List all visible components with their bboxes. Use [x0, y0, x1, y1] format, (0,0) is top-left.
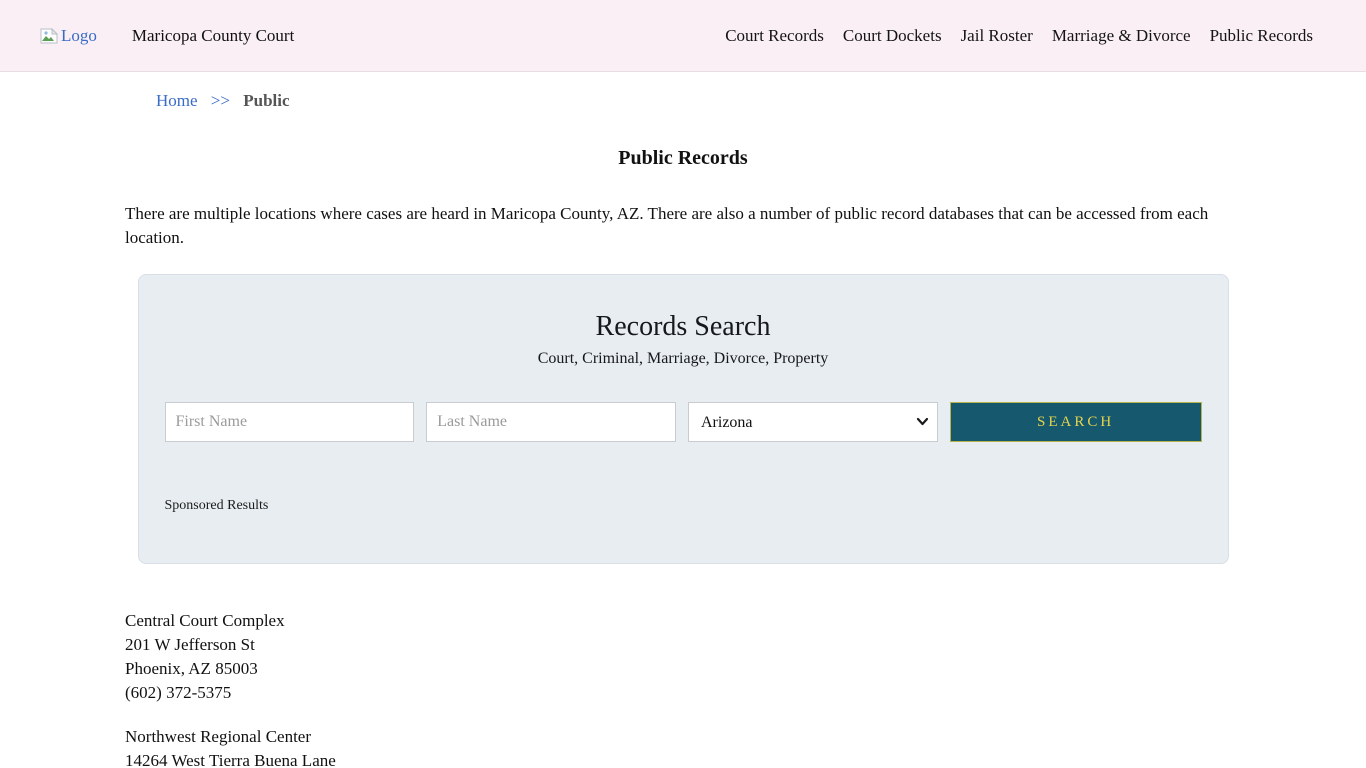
- page-title: Public Records: [618, 147, 748, 169]
- nav-item-public-records[interactable]: Public Records: [1210, 26, 1313, 46]
- last-name-input[interactable]: [426, 402, 676, 442]
- locations-section: Central Court Complex 201 W Jefferson St…: [125, 609, 1241, 768]
- search-panel-subtitle: Court, Criminal, Marriage, Divorce, Prop…: [537, 350, 829, 367]
- main-content: Home >> Public Public Records There are …: [125, 91, 1241, 768]
- location-street: 14264 West Tierra Buena Lane: [125, 751, 336, 768]
- location-central-court: Central Court Complex 201 W Jefferson St…: [125, 609, 1241, 705]
- nav-item-court-dockets[interactable]: Court Dockets: [843, 26, 942, 46]
- nav-item-marriage-divorce[interactable]: Marriage & Divorce: [1052, 26, 1191, 46]
- location-street: 201 W Jefferson St: [125, 635, 255, 654]
- state-select-wrap: Arizona: [688, 402, 938, 442]
- nav-item-court-records[interactable]: Court Records: [725, 26, 824, 46]
- search-panel-title: Records Search: [595, 311, 771, 342]
- first-name-input[interactable]: [164, 402, 415, 442]
- location-city: Phoenix, AZ 85003: [125, 659, 258, 678]
- search-form: Arizona SEARCH: [164, 402, 1202, 442]
- location-name: Northwest Regional Center: [125, 727, 312, 746]
- header: Logo Maricopa County Court Court Records…: [0, 0, 1366, 72]
- main-nav: Court Records Court Dockets Jail Roster …: [725, 26, 1313, 46]
- first-name-field-wrap: [164, 402, 415, 442]
- search-button[interactable]: SEARCH: [949, 402, 1202, 442]
- state-select[interactable]: Arizona: [688, 402, 938, 442]
- logo-link[interactable]: Logo: [40, 26, 97, 46]
- site-title: Maricopa County Court: [131, 25, 295, 45]
- breadcrumb: Home >> Public: [125, 91, 1241, 111]
- location-northwest-regional: Northwest Regional Center 14264 West Tie…: [125, 725, 1241, 768]
- last-name-field-wrap: [426, 402, 676, 442]
- breadcrumb-current: Public: [243, 91, 290, 110]
- sponsored-results-label: Sponsored Results: [164, 498, 269, 513]
- intro-paragraph: There are multiple locations where cases…: [125, 204, 1209, 247]
- breadcrumb-home-link[interactable]: Home: [156, 91, 198, 110]
- nav-item-jail-roster[interactable]: Jail Roster: [961, 26, 1033, 46]
- logo-alt-text: Logo: [61, 25, 97, 45]
- location-name: Central Court Complex: [125, 611, 285, 630]
- breadcrumb-separator: >>: [210, 91, 230, 110]
- records-search-panel: Records Search Court, Criminal, Marriage…: [137, 274, 1229, 564]
- broken-image-icon: [40, 27, 58, 43]
- location-phone: (602) 372-5375: [125, 683, 232, 702]
